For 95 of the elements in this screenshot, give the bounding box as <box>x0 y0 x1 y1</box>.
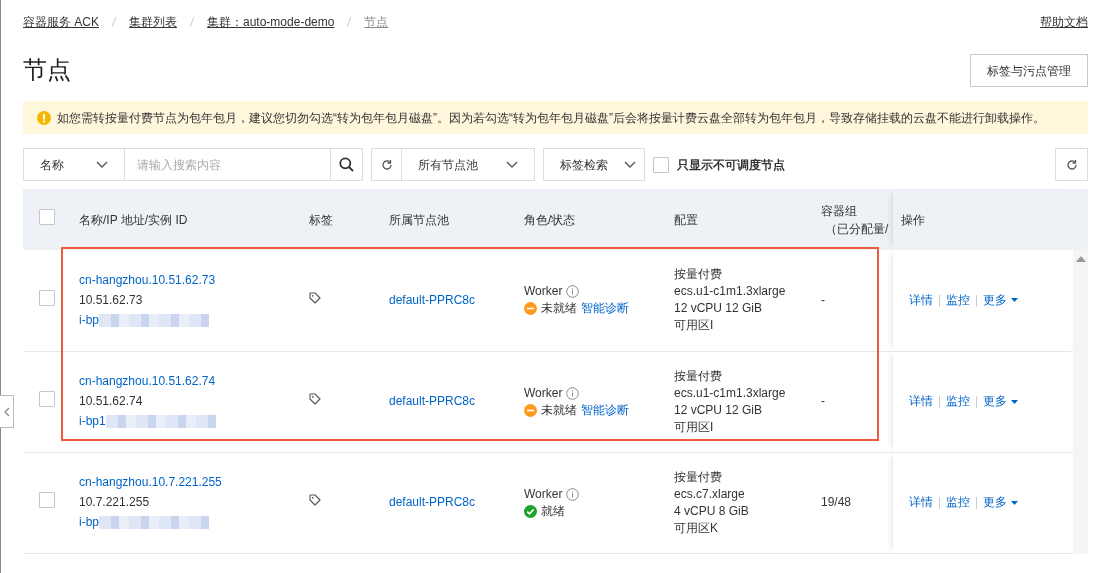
column-header: 名称/IP 地址/实例 ID <box>79 211 189 229</box>
manage-button[interactable]: 标签与污点管理 <box>970 54 1088 87</box>
alert-text: 如您需转按量付费节点为包年包月，建议您切勿勾选“转为包年包月磁盘”。因为若勾选“转为包年包月磁盘”后会将按量计费云盘全部转为包年包月，导致存储挂载的云盘不能进行卸载操作。 <box>57 109 1045 127</box>
node-pool-link[interactable]: default-PPRC8c <box>389 394 476 408</box>
details-link[interactable]: 详情 <box>909 292 933 307</box>
role-text: Worker <box>524 485 563 503</box>
status-text: 未就绪 <box>541 300 577 318</box>
node-name-link[interactable]: cn-hangzhou.10.7.221.255 <box>79 474 293 491</box>
instance-id-link[interactable]: i-bp <box>79 514 99 531</box>
node-pool-link[interactable]: default-PPRC8c <box>389 292 476 307</box>
scrollbar[interactable] <box>1073 189 1088 554</box>
role-text: Worker <box>524 384 563 402</box>
diagnose-link[interactable]: 智能诊断 <box>581 300 629 318</box>
info-icon <box>566 386 580 400</box>
zone-text: 可用区I <box>674 418 715 436</box>
select-all-checkbox[interactable] <box>39 209 55 225</box>
tag-search-button[interactable]: 标签检索 <box>543 148 645 181</box>
billing-type: 按量付费 <box>674 367 723 385</box>
instance-id-link[interactable]: i-bp1 <box>79 413 106 430</box>
instance-id-link[interactable]: i-bp <box>79 311 99 329</box>
node-name-link[interactable]: cn-hangzhou.10.51.62.73 <box>79 271 293 289</box>
billing-type: 按量付费 <box>674 266 723 284</box>
breadcrumb-link[interactable]: 集群列表 <box>129 13 177 31</box>
chevron-down-icon <box>624 160 636 169</box>
tag-icon <box>309 494 321 506</box>
search-icon <box>339 157 354 172</box>
role-text: Worker <box>524 283 563 301</box>
row-checkbox[interactable] <box>39 289 55 306</box>
refresh-icon <box>1065 158 1078 171</box>
scroll-up-icon[interactable] <box>1076 256 1086 262</box>
status-text: 未就绪 <box>541 401 577 419</box>
more-link[interactable]: 更多 <box>983 291 1018 309</box>
instance-spec: 4 vCPU 8 GiB <box>674 502 750 520</box>
caret-icon <box>1011 500 1018 505</box>
instance-type: ecs.u1-c1m1.3xlarge <box>674 384 787 402</box>
caret-icon <box>1011 298 1018 303</box>
breadcrumb-separator-icon <box>189 16 195 28</box>
billing-type: 按量付费 <box>674 468 723 486</box>
page-title: 节点 <box>23 56 71 85</box>
pool-select[interactable]: 所有节点池 <box>402 148 535 181</box>
chevron-down-icon <box>96 160 108 169</box>
info-icon <box>566 285 580 299</box>
search-field[interactable]: 请输入搜索内容 <box>125 148 330 181</box>
caret-icon <box>1011 399 1018 404</box>
pod-count: 19/48 <box>821 495 852 509</box>
column-header: 操作 <box>901 211 926 229</box>
search-button[interactable] <box>330 148 363 181</box>
monitor-link[interactable]: 监控 <box>946 495 970 509</box>
column-header: 标签 <box>309 211 334 229</box>
breadcrumb-separator-icon <box>111 16 117 28</box>
node-pool-link[interactable]: default-PPRC8c <box>389 495 476 509</box>
zone-text: 可用区K <box>674 519 719 537</box>
instance-spec: 12 vCPU 12 GiB <box>674 300 764 318</box>
chevron-left-icon <box>3 406 10 417</box>
diagnose-link[interactable]: 智能诊断 <box>581 401 629 419</box>
column-header: 配置 <box>674 211 699 229</box>
checkbox[interactable] <box>653 156 669 173</box>
tag-icon <box>309 393 321 405</box>
column-header: 角色/状态 <box>524 211 577 229</box>
more-link[interactable]: 更多 <box>983 393 1018 410</box>
ip-address: 10.51.62.74 <box>79 393 144 410</box>
zone-text: 可用区I <box>674 317 715 335</box>
instance-type: ecs.u1-c1m1.3xlarge <box>674 283 787 301</box>
warning-icon <box>37 110 51 125</box>
refresh-icon <box>380 158 393 171</box>
monitor-link[interactable]: 监控 <box>946 394 970 408</box>
more-link[interactable]: 更多 <box>983 494 1018 511</box>
tag-icon <box>309 291 321 304</box>
details-link[interactable]: 详情 <box>909 394 933 408</box>
row-checkbox[interactable] <box>39 391 55 407</box>
checkbox-label: 只显示不可调度节点 <box>677 156 785 174</box>
instance-type: ecs.c7.xlarge <box>674 485 746 503</box>
help-link[interactable]: 帮助文档 <box>1040 13 1088 31</box>
breadcrumb-separator-icon <box>346 16 353 28</box>
info-icon <box>566 487 580 501</box>
collapse-tab[interactable] <box>0 395 14 428</box>
refresh-button[interactable] <box>371 148 402 181</box>
breadcrumb-link[interactable]: 集群：auto-mode-demo <box>207 13 335 31</box>
monitor-link[interactable]: 监控 <box>946 292 970 307</box>
column-header: 容器组 <box>821 202 858 220</box>
pod-count: - <box>821 394 825 408</box>
row-checkbox[interactable] <box>39 492 55 508</box>
breadcrumb-link[interactable]: 节点 <box>364 13 389 31</box>
status-text: 就绪 <box>541 502 565 520</box>
breadcrumb-link[interactable]: 容器服务 ACK <box>23 13 99 31</box>
instance-spec: 12 vCPU 12 GiB <box>674 401 764 419</box>
field-select[interactable]: 名称 <box>23 148 125 181</box>
refresh-button[interactable] <box>1055 148 1088 181</box>
pod-count: - <box>821 292 825 307</box>
ip-address: 10.51.62.73 <box>79 291 144 309</box>
column-header: 所属节点池 <box>389 211 450 229</box>
ip-address: 10.7.221.255 <box>79 494 151 511</box>
node-name-link[interactable]: cn-hangzhou.10.51.62.74 <box>79 373 293 390</box>
details-link[interactable]: 详情 <box>909 495 933 509</box>
chevron-down-icon <box>506 160 518 169</box>
